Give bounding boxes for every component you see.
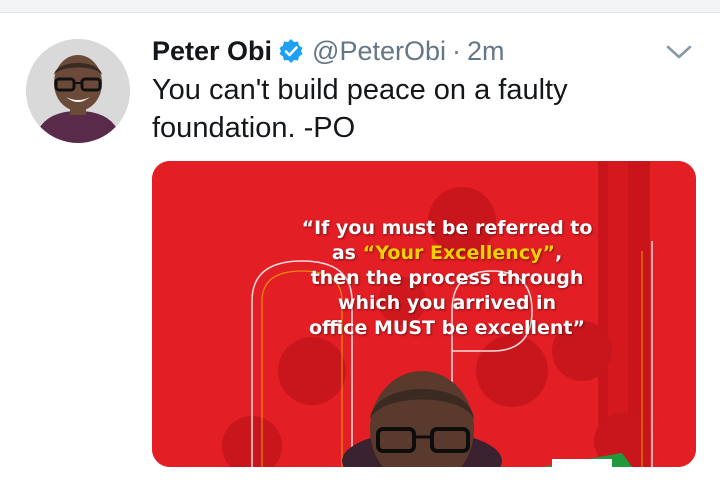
quote-line: “If you must be referred to [301, 217, 593, 239]
author-avatar[interactable] [26, 39, 130, 143]
author-name[interactable]: Peter Obi [152, 36, 272, 67]
quote-text: as [331, 242, 363, 264]
quote-text: , [554, 242, 563, 264]
quote-line: office MUST be excellent” [308, 317, 585, 339]
header-separator: · [452, 35, 462, 66]
media-quote: “If you must be referred to as “Your Exc… [247, 216, 647, 341]
chevron-down-icon[interactable] [664, 41, 694, 63]
tweet-header: Peter Obi @PeterObi · 2m [152, 33, 505, 69]
verified-badge-icon [278, 38, 304, 64]
author-handle[interactable]: @PeterObi [312, 36, 446, 67]
quote-line: as “Your Excellency”, [247, 241, 647, 266]
tweet-text: You can't build peace on a faulty founda… [152, 74, 568, 144]
tweet-media-image[interactable]: “If you must be referred to as “Your Exc… [152, 161, 696, 467]
quote-line: then the process through [310, 267, 584, 289]
quote-line: which you arrived in [337, 292, 557, 314]
quote-highlight: “Your Excellency” [362, 242, 555, 264]
tweet-card[interactable]: Peter Obi @PeterObi · 2m You can't build… [0, 13, 720, 480]
top-divider-bar [0, 0, 720, 13]
avatar-photo-icon [26, 39, 130, 143]
tweet-timestamp[interactable]: 2m [467, 36, 505, 67]
